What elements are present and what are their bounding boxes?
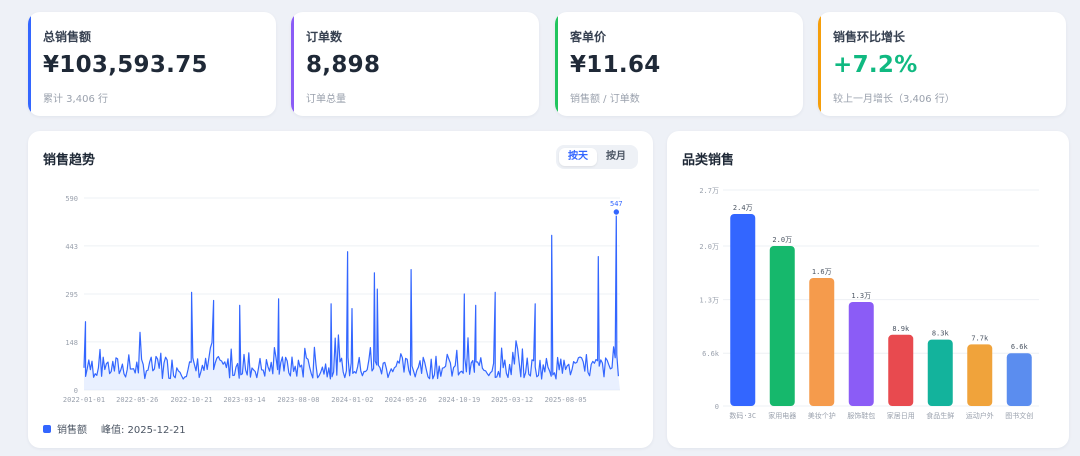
kpi-label: 销售环比增长 <box>833 30 906 44</box>
x-tick-label: 2025-08-05 <box>545 396 587 404</box>
peak-date-label: 峰值: 2025-12-21 <box>101 425 186 436</box>
bar-data-label: 2.4万 <box>733 204 753 212</box>
x-tick-label: 运动户外 <box>966 411 994 420</box>
y-tick-label: 0 <box>74 387 78 395</box>
bar-data-label: 2.0万 <box>772 236 792 244</box>
kpi-value: ¥103,593.75 <box>43 52 208 78</box>
legend-label: 销售额 <box>57 425 87 436</box>
peak-value-label: 547 <box>610 200 623 208</box>
x-tick-label: 食品生鲜 <box>926 411 954 420</box>
x-tick-label: 2024-10-19 <box>438 396 480 404</box>
x-tick-label: 服饰鞋包 <box>847 411 875 420</box>
x-tick-label: 2022-10-21 <box>170 396 212 404</box>
x-tick-label: 图书文创 <box>1005 411 1033 420</box>
y-tick-label: 2.7万 <box>699 187 719 195</box>
x-tick-label: 家居日用 <box>887 411 915 420</box>
kpi-subtext: 订单总量 <box>306 94 346 105</box>
bar-7 <box>967 344 993 406</box>
kpi-card-avg-order: 客单价 ¥11.64 销售额 / 订单数 <box>555 12 803 116</box>
kpi-card-orders: 订单数 8,898 订单总量 <box>291 12 539 116</box>
kpi-label: 总销售额 <box>43 30 92 44</box>
x-tick-label: 2023-08-08 <box>277 396 319 404</box>
x-tick-label: 2022-01-01 <box>63 396 105 404</box>
peak-point <box>612 208 621 216</box>
bar-3 <box>809 278 835 406</box>
kpi-subtext: 累计 3,406 行 <box>43 94 108 105</box>
bar-8 <box>1006 353 1032 406</box>
kpi-card-total-sales: 总销售额 ¥103,593.75 累计 3,406 行 <box>28 12 276 116</box>
category-sales-card: 品类销售 0 6.6k 1.3万 2.0万 2.7万 2.4万数码·3C 2.0万家用电器 1… <box>667 131 1069 448</box>
toggle-by-day-button[interactable]: 按天 <box>559 148 597 166</box>
sales-trend-title: 销售趋势 <box>43 153 96 168</box>
x-tick-label: 2022-05-26 <box>116 396 158 404</box>
kpi-value: +7.2% <box>833 52 918 78</box>
bar-5 <box>888 334 914 406</box>
category-sales-chart: 0 6.6k 1.3万 2.0万 2.7万 2.4万数码·3C 2.0万家用电器 1.6万美妆… <box>699 187 1039 420</box>
bar-1 <box>730 214 756 406</box>
bar-data-label: 7.7k <box>971 334 989 342</box>
kpi-value: ¥11.64 <box>570 52 661 78</box>
bar-2 <box>769 246 795 406</box>
toggle-by-month-button[interactable]: 按月 <box>597 148 635 166</box>
y-tick-label: 148 <box>65 339 78 347</box>
bar-6 <box>927 339 953 406</box>
kpi-accent-bar <box>818 12 821 116</box>
kpi-label: 客单价 <box>570 30 607 44</box>
x-tick-label: 2024-05-26 <box>385 396 427 404</box>
legend-swatch <box>43 424 51 433</box>
y-tick-label: 2.0万 <box>699 243 719 251</box>
x-tick-label: 美妆个护 <box>808 411 836 420</box>
y-tick-label: 590 <box>65 195 78 203</box>
kpi-subtext: 较上一月增长（3,406 行） <box>833 94 955 105</box>
y-tick-label: 295 <box>65 291 78 299</box>
bar-data-label: 8.3k <box>932 330 950 338</box>
y-tick-label: 443 <box>65 243 78 251</box>
sales-trend-chart: 0 148 295 443 590 2022-01-01 2022-05-26 2022-10… <box>63 195 623 404</box>
x-tick-label: 2025-03-12 <box>491 396 533 404</box>
kpi-accent-bar <box>28 12 31 116</box>
bar-data-label: 1.6万 <box>812 268 832 276</box>
y-tick-label: 0 <box>715 403 719 411</box>
x-tick-label: 2023-03-14 <box>223 396 265 404</box>
kpi-accent-bar <box>555 12 558 116</box>
kpi-label: 订单数 <box>306 30 343 44</box>
y-tick-label: 6.6k <box>702 350 720 358</box>
bar-data-label: 1.3万 <box>851 292 871 300</box>
kpi-value: 8,898 <box>306 52 381 78</box>
kpi-card-mom-growth: 销售环比增长 +7.2% 较上一月增长（3,406 行） <box>818 12 1066 116</box>
bar-data-label: 6.6k <box>1011 343 1029 351</box>
category-sales-title: 品类销售 <box>682 153 735 168</box>
sales-trend-card: 销售趋势 按天 按月 0 148 295 443 590 2022-01-01 2022-0… <box>28 131 653 448</box>
bar-4 <box>848 302 874 406</box>
y-tick-label: 1.3万 <box>699 297 719 305</box>
x-tick-label: 家用电器 <box>768 411 796 420</box>
bar-data-label: 8.9k <box>892 325 910 333</box>
granularity-toggle: 按天 按月 <box>556 145 638 169</box>
kpi-subtext: 销售额 / 订单数 <box>570 94 640 105</box>
x-tick-label: 数码·3C <box>729 411 756 420</box>
trend-legend: 销售额 峰值: 2025-12-21 <box>43 421 186 436</box>
x-tick-label: 2024-01-02 <box>331 396 373 404</box>
kpi-accent-bar <box>291 12 294 116</box>
series-line-sales <box>83 211 619 380</box>
